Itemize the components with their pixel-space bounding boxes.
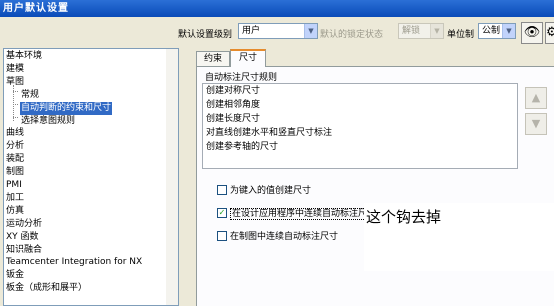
- tab-dimensions[interactable]: 尺寸: [230, 49, 266, 67]
- section-label: 自动标注尺寸规则: [205, 73, 278, 83]
- tree-item[interactable]: 常规: [20, 89, 40, 102]
- view-icon: 👁: [523, 25, 541, 40]
- tree-connector: [13, 91, 18, 92]
- category-tree: 基本环境 建模 草图 常规 自动判断的约束和尺寸 选择意图规则 曲线 分析 装配 制图 PMI 加工仿…: [3, 48, 179, 306]
- annotation-text: 这个钩去掉: [366, 208, 442, 226]
- unit-select[interactable]: 公制 ▼: [478, 23, 516, 39]
- settings-icon: ⚙: [546, 25, 554, 40]
- list-item[interactable]: 创建参考轴的尺寸: [206, 141, 278, 154]
- tree-item[interactable]: 基本环境: [5, 50, 43, 63]
- arrow-down-icon: ▼: [531, 117, 541, 130]
- toolbar: 默认设置级别 用户 ▼ 默认的锁定状态 解锁 ▼ 单位制 公制 ▼ 👁 ⚙: [0, 17, 554, 48]
- tree-item[interactable]: 加工: [5, 192, 25, 205]
- tree-connector: [13, 117, 18, 118]
- view-button[interactable]: 👁: [521, 22, 543, 44]
- tree-item[interactable]: 分析: [5, 140, 25, 153]
- tab-constraints[interactable]: 约束: [196, 51, 230, 66]
- level-label: 默认设置级别: [178, 30, 233, 40]
- lock-select[interactable]: 解锁 ▼: [398, 23, 444, 39]
- settings-button[interactable]: ⚙: [545, 22, 554, 44]
- tree-scrollbar[interactable]: [166, 49, 178, 305]
- move-up-button[interactable]: ▲: [525, 87, 547, 109]
- level-select[interactable]: 用户 ▼: [238, 23, 318, 39]
- tree-item[interactable]: 草图: [5, 76, 25, 89]
- tree-item[interactable]: 装配: [5, 153, 25, 166]
- checkbox-label: 在制图中连续自动标注尺寸: [230, 232, 339, 242]
- chevron-down-icon: ▼: [430, 24, 443, 38]
- level-value: 用户: [242, 26, 261, 36]
- unit-label: 单位制: [447, 30, 475, 40]
- window-title: 用户默认设置: [0, 0, 554, 17]
- checkbox[interactable]: [217, 230, 227, 241]
- list-item[interactable]: 对直线创建水平和竖直尺寸标注: [206, 127, 332, 140]
- checkbox-row[interactable]: 为键入的值创建尺寸: [217, 184, 312, 198]
- tree-item[interactable]: 钣金: [5, 269, 25, 282]
- rules-list[interactable]: 创建对称尺寸 创建相邻角度 创建长度尺寸 对直线创建水平和竖直尺寸标注 创建参考…: [202, 83, 518, 169]
- tree-item[interactable]: 曲线: [5, 127, 25, 140]
- tree-item[interactable]: Teamcenter Integration for NX: [5, 256, 143, 269]
- list-item[interactable]: 创建对称尺寸: [206, 85, 260, 98]
- tree-item[interactable]: 板金（成形和展平）: [5, 282, 88, 295]
- checkbox-row[interactable]: 在制图中连续自动标注尺寸: [217, 230, 339, 244]
- tree-item[interactable]: XY 函数: [5, 231, 40, 244]
- list-item[interactable]: 创建长度尺寸: [206, 113, 260, 126]
- tree-item[interactable]: 自动判断的约束和尺寸: [20, 101, 113, 115]
- list-item[interactable]: 创建相邻角度: [206, 99, 260, 112]
- checkbox-label: 在设计应用程序中连续自动标注尺寸: [230, 208, 379, 220]
- tree-item[interactable]: 选择意图规则: [20, 115, 76, 128]
- tree-connector: [13, 104, 18, 105]
- lock-label: 默认的锁定状态: [320, 30, 384, 40]
- tree-item[interactable]: 建模: [5, 63, 25, 76]
- tree-item[interactable]: 仿真: [5, 205, 25, 218]
- checkbox-label: 为键入的值创建尺寸: [230, 186, 312, 196]
- tree-item[interactable]: 制图: [5, 166, 25, 179]
- move-down-button[interactable]: ▼: [525, 113, 547, 135]
- chevron-down-icon: ▼: [304, 24, 317, 38]
- checkbox-row[interactable]: ✓ 在设计应用程序中连续自动标注尺寸: [217, 207, 379, 221]
- tree-item[interactable]: 知识融合: [5, 244, 43, 257]
- arrow-up-icon: ▲: [531, 91, 541, 104]
- chevron-down-icon: ▼: [502, 24, 515, 38]
- unit-value: 公制: [482, 26, 501, 36]
- checkbox[interactable]: ✓: [217, 207, 227, 218]
- tree-item[interactable]: PMI: [5, 179, 23, 192]
- checkbox[interactable]: [217, 184, 227, 195]
- lock-value: 解锁: [402, 26, 421, 36]
- tree-item[interactable]: 运动分析: [5, 218, 43, 231]
